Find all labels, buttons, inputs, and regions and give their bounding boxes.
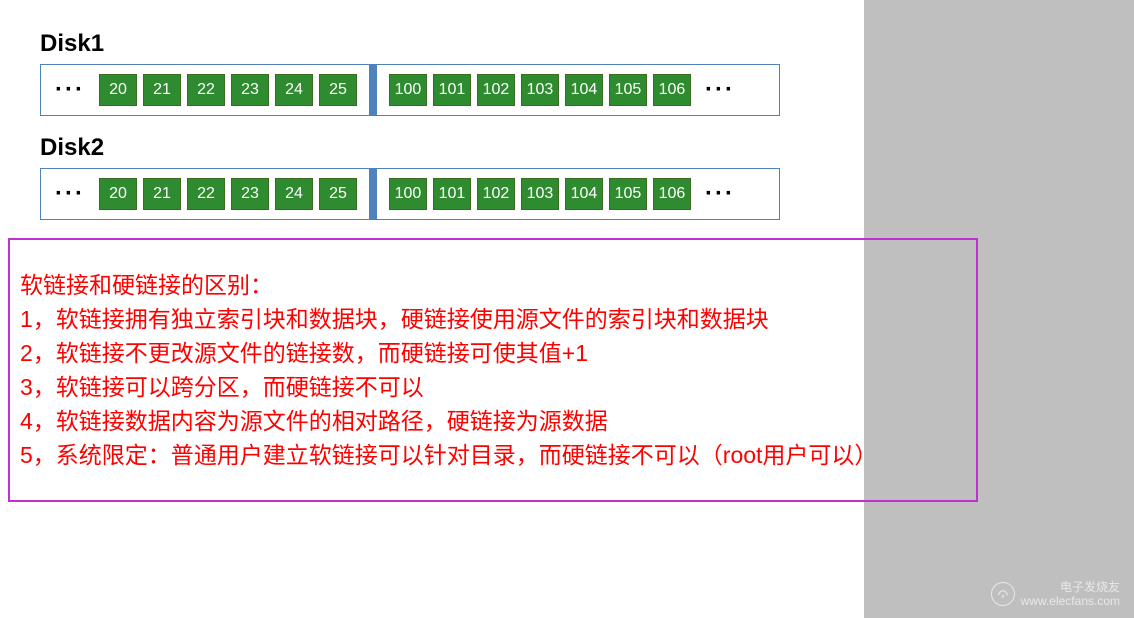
note-line: 4，软链接数据内容为源文件的相对路径，硬链接为源数据 bbox=[20, 404, 966, 438]
note-line: 2，软链接不更改源文件的链接数，而硬链接可使其值+1 bbox=[20, 336, 966, 370]
disk-block: 20 bbox=[99, 74, 137, 106]
disk-block: 106 bbox=[653, 74, 691, 106]
disk-block: 25 bbox=[319, 74, 357, 106]
disk-block: 105 bbox=[609, 178, 647, 210]
disk-block: 100 bbox=[389, 74, 427, 106]
note-line: 5，系统限定：普通用户建立软链接可以针对目录，而硬链接不可以（root用户可以） bbox=[20, 438, 966, 472]
partition-separator bbox=[369, 64, 377, 116]
disk2-row: ··· 20 21 22 23 24 25 100 101 102 103 10… bbox=[40, 168, 780, 220]
disk-block: 23 bbox=[231, 178, 269, 210]
notes-box: 软链接和硬链接的区别： 1，软链接拥有独立索引块和数据块，硬链接使用源文件的索引… bbox=[8, 238, 978, 502]
disk-block: 102 bbox=[477, 74, 515, 106]
disk-block: 101 bbox=[433, 178, 471, 210]
disk-block: 21 bbox=[143, 178, 181, 210]
disk-block: 24 bbox=[275, 74, 313, 106]
ellipsis-icon: ··· bbox=[691, 76, 749, 104]
ellipsis-icon: ··· bbox=[41, 76, 99, 104]
disk-block: 23 bbox=[231, 74, 269, 106]
disk-block: 105 bbox=[609, 74, 647, 106]
disk-block: 24 bbox=[275, 178, 313, 210]
disk-block: 104 bbox=[565, 74, 603, 106]
disk1-label: Disk1 bbox=[40, 30, 1134, 58]
disk-block: 20 bbox=[99, 178, 137, 210]
disk-block: 21 bbox=[143, 74, 181, 106]
diagram-content: Disk1 ··· 20 21 22 23 24 25 100 101 102 … bbox=[0, 0, 1134, 220]
disk-block: 22 bbox=[187, 178, 225, 210]
disk-block: 106 bbox=[653, 178, 691, 210]
partition-separator bbox=[369, 168, 377, 220]
disk-block: 100 bbox=[389, 178, 427, 210]
note-line: 3，软链接可以跨分区，而硬链接不可以 bbox=[20, 370, 966, 404]
disk-block: 22 bbox=[187, 74, 225, 106]
watermark-name: 电子发烧友 bbox=[1021, 580, 1120, 594]
disk-block: 103 bbox=[521, 74, 559, 106]
disk-block: 103 bbox=[521, 178, 559, 210]
disk-block: 25 bbox=[319, 178, 357, 210]
watermark-logo-icon bbox=[991, 582, 1015, 606]
ellipsis-icon: ··· bbox=[41, 180, 99, 208]
disk2-label: Disk2 bbox=[40, 134, 1134, 162]
ellipsis-icon: ··· bbox=[691, 180, 749, 208]
disk1-row: ··· 20 21 22 23 24 25 100 101 102 103 10… bbox=[40, 64, 780, 116]
note-line: 1，软链接拥有独立索引块和数据块，硬链接使用源文件的索引块和数据块 bbox=[20, 302, 966, 336]
watermark: 电子发烧友 www.elecfans.com bbox=[991, 580, 1120, 608]
watermark-url: www.elecfans.com bbox=[1021, 594, 1120, 608]
disk-block: 102 bbox=[477, 178, 515, 210]
disk-block: 104 bbox=[565, 178, 603, 210]
notes-title: 软链接和硬链接的区别： bbox=[20, 268, 966, 302]
disk-block: 101 bbox=[433, 74, 471, 106]
